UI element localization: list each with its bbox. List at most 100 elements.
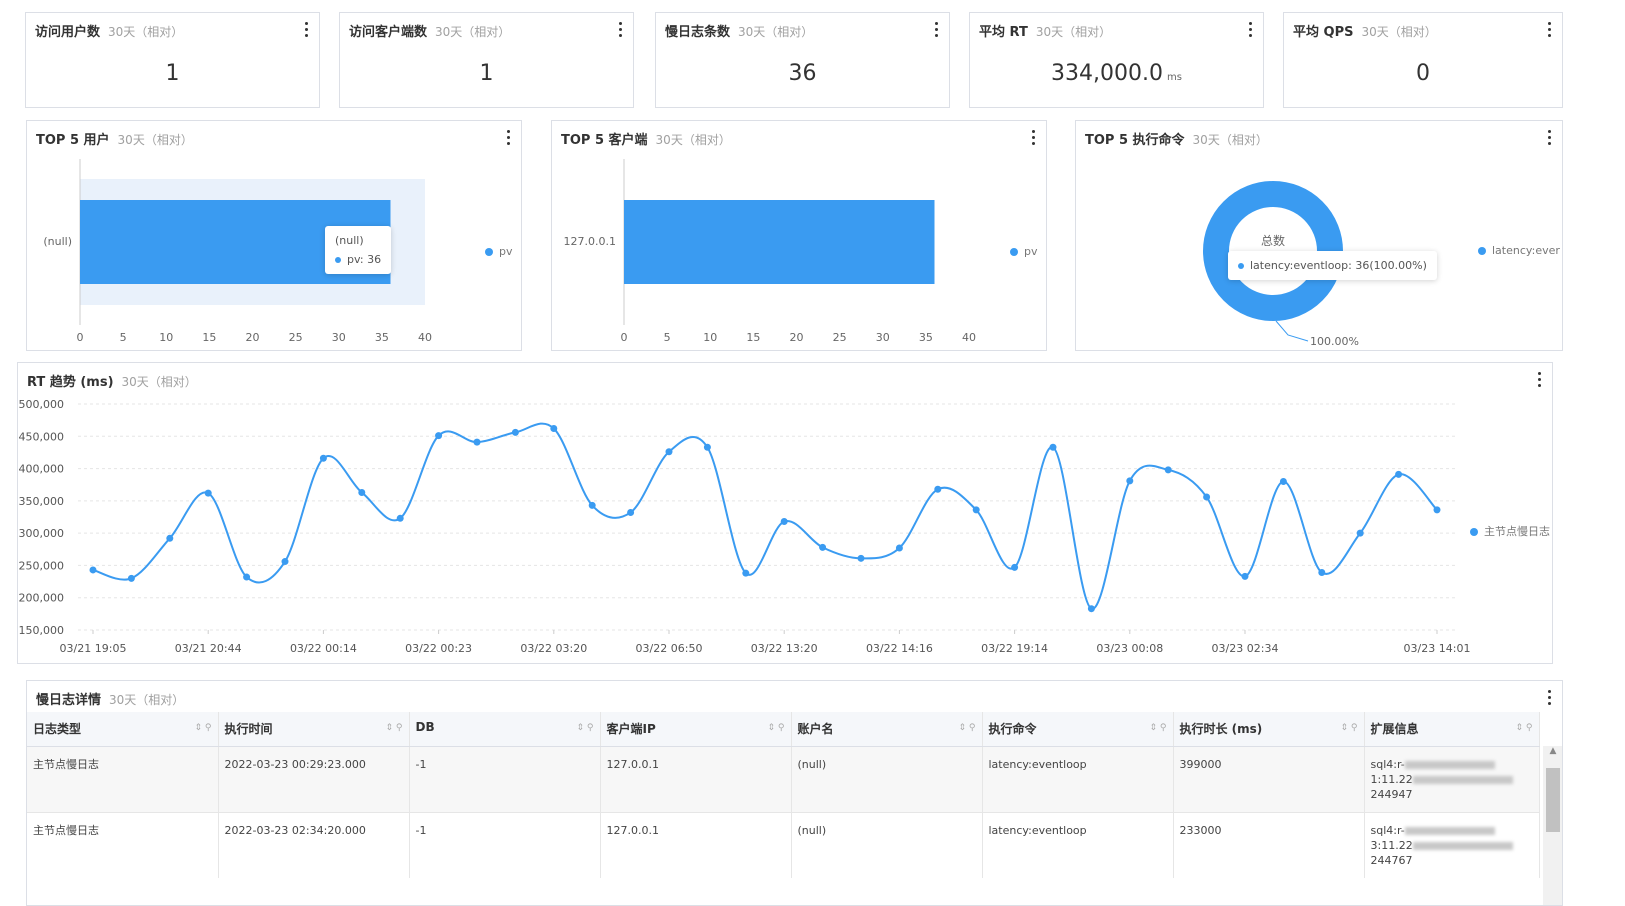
rt-trend-chart[interactable]: 150,000 200,000 250,000 300,000 350,000 400,0… [18,363,1553,664]
sort-search-icon[interactable]: ⇕ ⚲ [386,723,403,733]
slowlog-table: 日志类型 ⇕ ⚲ 执行时间 ⇕ ⚲ DB ⇕ ⚲ 客户端IP ⇕ ⚲ 账户名 ⇕ ⚲ 执行… [27,712,1540,878]
table-scrollbar[interactable]: ▲ [1543,746,1562,905]
data-point [1318,569,1326,577]
x-tick-label: 15 [746,331,760,344]
kpi-title: 访问客户端数 [349,25,428,40]
donut-center-label: 总数 [1261,233,1285,248]
data-point [665,448,673,456]
data-point [1011,563,1019,571]
top-commands-donut[interactable]: 总数 36 100.00% [1076,121,1563,351]
kpi-range: 30天（相对） [1361,25,1437,39]
kpi-value: 1 [479,61,494,86]
sort-search-icon[interactable]: ⇕ ⚲ [195,723,212,733]
legend-label: 主节点慢日志 [1484,525,1550,538]
data-point [1241,572,1249,580]
chart-legend[interactable]: 主节点慢日志 [1470,523,1550,539]
more-menu-icon[interactable] [613,17,627,39]
x-tick-label: 03/22 13:20 [751,642,818,655]
data-point [1087,605,1095,613]
y-tick-label: 127.0.0.1 [564,235,616,248]
more-menu-icon[interactable] [299,17,313,39]
legend-dot-icon [1010,248,1018,256]
table-row[interactable]: 主节点慢日志 2022-03-23 02:34:20.000 -1 127.0.… [27,812,1540,878]
x-tick-label: 25 [289,331,303,344]
data-point [972,506,980,514]
x-tick-label: 03/22 03:20 [520,642,587,655]
data-point [281,558,289,566]
more-menu-icon[interactable] [929,17,943,39]
x-tick-label: 25 [833,331,847,344]
top-clients-chart[interactable]: 127.0.0.1 0 5 10 15 20 25 30 35 40 [552,121,1048,352]
y-tick-label: 300,000 [19,527,65,540]
scroll-up-icon[interactable]: ▲ [1543,746,1562,756]
y-tick-label: 150,000 [19,624,65,637]
column-header[interactable]: 执行时长 (ms) ⇕ ⚲ [1173,712,1365,747]
data-point [1433,506,1441,514]
kpi-value: 0 [1416,61,1430,86]
kpi-card-users: 访问用户数 30天（相对） 1 [25,12,320,108]
cell-duration: 399000 [1173,746,1365,813]
tooltip-text: pv: 36 [347,253,382,266]
data-point [780,518,788,526]
more-menu-icon[interactable] [1243,17,1257,39]
column-header[interactable]: 客户端IP ⇕ ⚲ [600,712,792,747]
column-header[interactable]: 执行时间 ⇕ ⚲ [218,712,410,747]
data-point [742,569,750,577]
more-menu-icon[interactable] [1542,685,1556,707]
column-header[interactable]: 账户名 ⇕ ⚲ [791,712,983,747]
scrollbar-thumb[interactable] [1546,768,1560,832]
chart-legend[interactable]: latency:ever [1478,244,1560,257]
data-point [127,574,135,582]
data-point [473,438,481,446]
legend-dot-icon [1470,528,1478,536]
sort-search-icon[interactable]: ⇕ ⚲ [1516,723,1533,733]
cell-command: latency:eventloop [982,746,1174,813]
top-users-chart[interactable]: (null) 0 5 10 15 20 25 30 35 40 [27,121,523,352]
table-row[interactable]: 主节点慢日志 2022-03-23 00:29:23.000 -1 127.0.… [27,746,1540,813]
more-menu-icon[interactable] [1542,17,1556,39]
sort-search-icon[interactable]: ⇕ ⚲ [768,723,785,733]
cell-account: (null) [791,746,983,813]
y-tick-label: 200,000 [19,592,65,605]
column-header[interactable]: DB ⇕ ⚲ [409,712,601,747]
y-tick-label: (null) [43,235,72,248]
top-commands-panel: TOP 5 执行命令30天（相对） 总数 36 100.00% latency:… [1075,120,1563,351]
x-tick-label: 40 [962,331,976,344]
kpi-title: 平均 QPS [1293,25,1354,40]
top-clients-panel: TOP 5 客户端 30天（相对） 127.0.0.1 0 5 10 15 20 25 30 35… [551,120,1047,351]
legend-dot-icon [485,248,493,256]
legend-dot-icon [1478,247,1486,255]
cell-time: 2022-03-23 00:29:23.000 [218,746,410,813]
column-header[interactable]: 日志类型 ⇕ ⚲ [27,712,219,747]
column-header[interactable]: 扩展信息 ⇕ ⚲ [1364,712,1540,747]
column-header[interactable]: 执行命令 ⇕ ⚲ [982,712,1174,747]
cell-ext: sql4:r- 3:11.22 244767 [1364,812,1540,878]
legend-label: pv [499,245,513,258]
kpi-card-avg-qps: 平均 QPS 30天（相对） 0 [1283,12,1563,108]
cell-type: 主节点慢日志 [27,746,219,813]
x-tick-label: 03/22 14:16 [866,642,933,655]
y-tick-label: 350,000 [19,495,65,508]
data-point [588,501,596,509]
kpi-value: 334,000.0 [1051,61,1163,86]
sort-search-icon[interactable]: ⇕ ⚲ [1150,723,1167,733]
cell-ext: sql4:r- 1:11.22 244947 [1364,746,1540,813]
bar [624,200,935,284]
sort-search-icon[interactable]: ⇕ ⚲ [1341,723,1358,733]
sort-search-icon[interactable]: ⇕ ⚲ [959,723,976,733]
x-tick-label: 35 [375,331,389,344]
kpi-unit: ms [1167,72,1182,83]
legend-label: pv [1024,245,1038,258]
chart-legend[interactable]: pv [1010,245,1038,258]
chart-legend[interactable]: pv [485,245,513,258]
x-tick-label: 03/22 06:50 [636,642,703,655]
x-tick-label: 40 [418,331,432,344]
slowlog-panel: 慢日志详情 30天（相对） 日志类型 ⇕ ⚲ 执行时间 ⇕ ⚲ DB ⇕ ⚲ 客户端IP… [26,680,1563,906]
x-tick-label: 0 [621,331,628,344]
data-point [204,489,212,497]
cell-account: (null) [791,812,983,878]
kpi-value: 1 [165,61,180,86]
sort-search-icon[interactable]: ⇕ ⚲ [577,723,594,733]
cell-duration: 233000 [1173,812,1365,878]
x-tick-label: 03/21 20:44 [175,642,242,655]
